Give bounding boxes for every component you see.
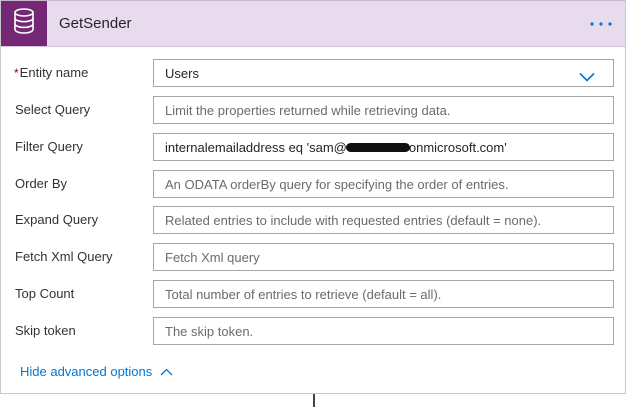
order-by-row: Order By An ODATA orderBy query for spec… [1, 170, 625, 198]
skip-token-placeholder: The skip token. [165, 324, 254, 339]
action-icon-tile [1, 1, 47, 46]
skip-token-row: Skip token The skip token. [1, 317, 625, 345]
select-query-row: Select Query Limit the properties return… [1, 96, 625, 124]
action-title[interactable]: GetSender [59, 15, 132, 33]
top-count-row: Top Count Total number of entries to ret… [1, 280, 625, 308]
skip-token-label: Skip token [15, 323, 76, 338]
ellipsis-icon [589, 14, 613, 32]
action-card: GetSender *Entity name Users Select Quer… [0, 0, 626, 394]
flow-connector-line [313, 394, 315, 407]
expand-query-placeholder: Related entries to include with requeste… [165, 213, 542, 228]
more-options-button[interactable] [587, 13, 615, 33]
top-count-placeholder: Total number of entries to retrieve (def… [165, 287, 442, 302]
entity-name-label: *Entity name [14, 65, 89, 80]
required-marker: * [14, 66, 19, 80]
order-by-input[interactable]: An ODATA orderBy query for specifying th… [153, 170, 614, 198]
filter-query-value: internalemailaddress eq 'sam@ onmicrosoft… [165, 140, 507, 155]
filter-query-input[interactable]: internalemailaddress eq 'sam@ onmicrosoft… [153, 133, 614, 161]
order-by-placeholder: An ODATA orderBy query for specifying th… [165, 177, 509, 192]
fetch-xml-query-label: Fetch Xml Query [15, 249, 113, 264]
top-count-input[interactable]: Total number of entries to retrieve (def… [153, 280, 614, 308]
expand-query-row: Expand Query Related entries to include … [1, 206, 625, 234]
hide-advanced-options-link[interactable]: Hide advanced options [20, 364, 173, 380]
select-query-placeholder: Limit the properties returned while retr… [165, 103, 451, 118]
filter-query-label: Filter Query [15, 139, 83, 154]
fetch-xml-query-input[interactable]: Fetch Xml query [153, 243, 614, 271]
chevron-down-icon [579, 69, 595, 82]
entity-name-row: *Entity name Users [1, 59, 625, 87]
expand-query-label: Expand Query [15, 212, 99, 227]
chevron-up-icon [152, 364, 173, 380]
select-query-label: Select Query [15, 102, 91, 117]
fetch-xml-query-placeholder: Fetch Xml query [165, 250, 260, 265]
database-icon [13, 8, 35, 39]
expand-query-input[interactable]: Related entries to include with requeste… [153, 206, 614, 234]
skip-token-input[interactable]: The skip token. [153, 317, 614, 345]
entity-name-dropdown[interactable]: Users [153, 59, 614, 87]
top-count-label: Top Count [15, 286, 75, 301]
fetch-xml-query-row: Fetch Xml Query Fetch Xml query [1, 243, 625, 271]
select-query-input[interactable]: Limit the properties returned while retr… [153, 96, 614, 124]
filter-query-row: Filter Query internalemailaddress eq 'sa… [1, 133, 625, 161]
action-header[interactable]: GetSender [1, 1, 625, 47]
entity-name-value: Users [165, 66, 199, 81]
order-by-label: Order By [15, 176, 68, 191]
hide-advanced-options-label: Hide advanced options [20, 364, 153, 379]
redaction-mark [345, 143, 410, 153]
